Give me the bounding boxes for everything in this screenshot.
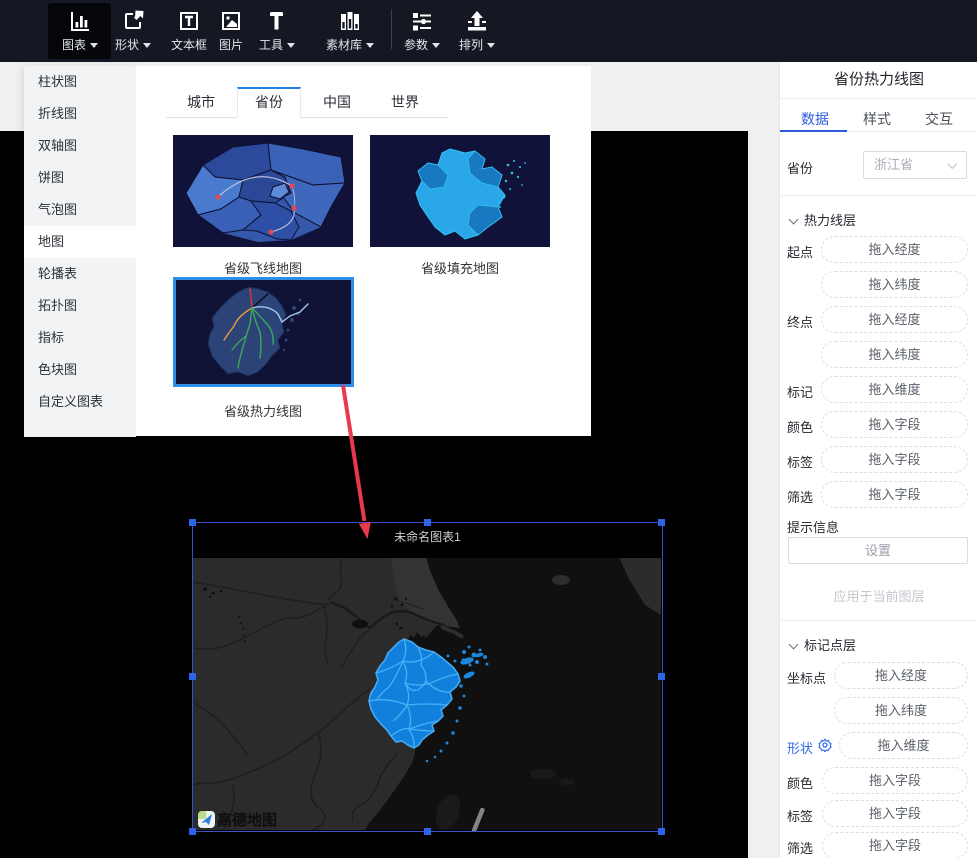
- svg-text:高德地图: 高德地图: [217, 811, 277, 829]
